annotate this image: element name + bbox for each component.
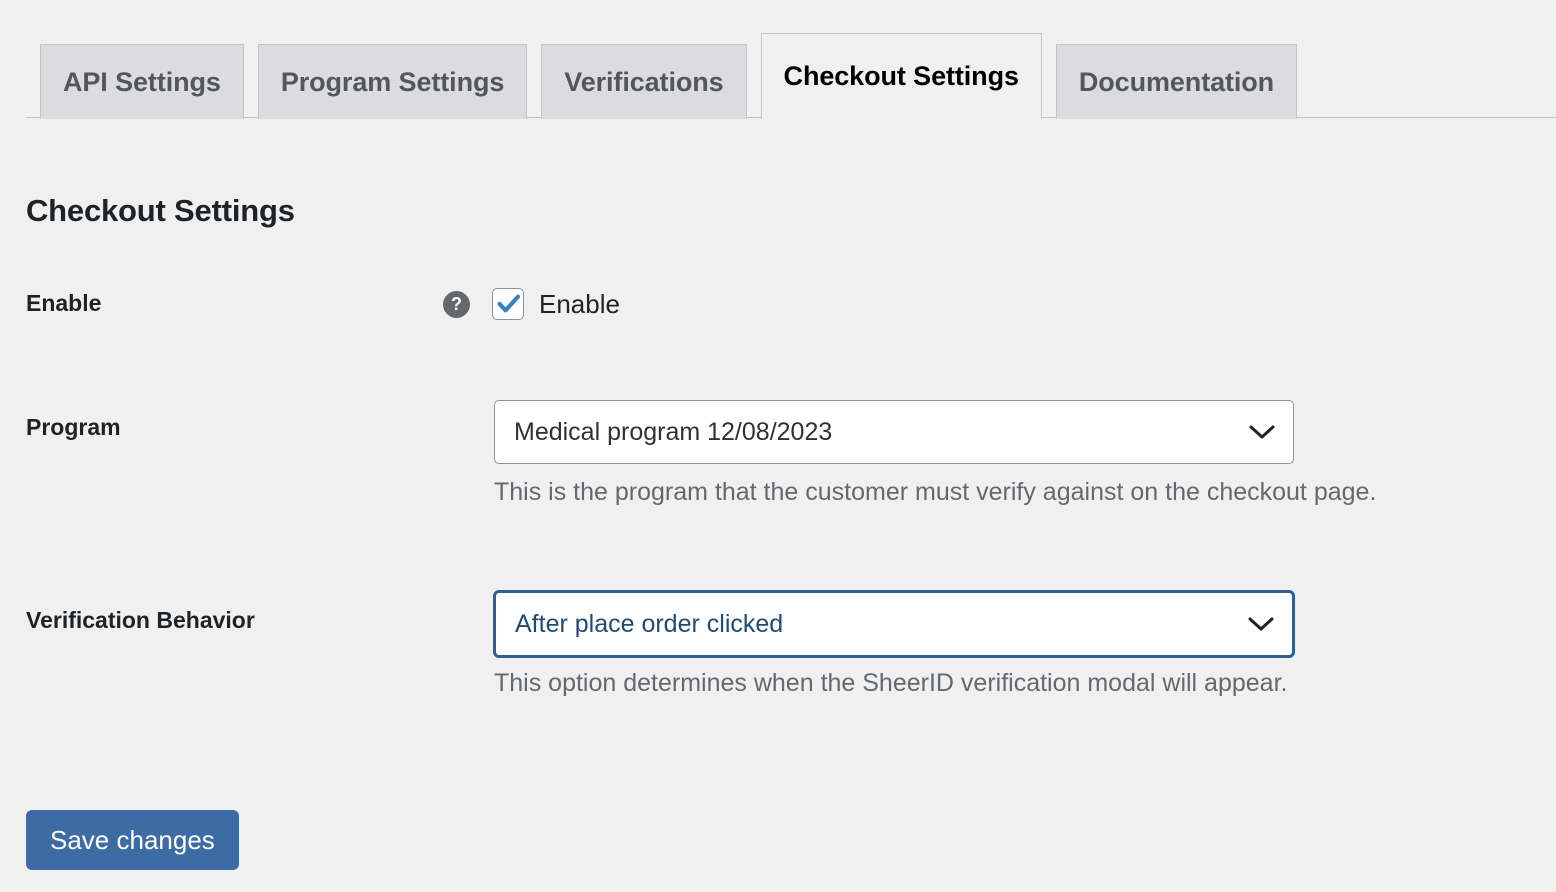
program-select[interactable]: Medical program 12/08/2023	[494, 400, 1294, 464]
program-field: Medical program 12/08/2023	[494, 400, 1294, 464]
save-changes-button[interactable]: Save changes	[26, 810, 239, 870]
tab-label: Verifications	[564, 66, 724, 97]
enable-row-label: Enable	[26, 290, 102, 316]
enable-checkbox-label[interactable]: Enable	[539, 291, 620, 317]
tab-label: API Settings	[63, 66, 221, 97]
tab-list: API Settings Program Settings Verificati…	[40, 0, 1311, 121]
question-mark-icon[interactable]: ?	[443, 290, 470, 318]
verification-behavior-select[interactable]: After place order clicked	[494, 591, 1294, 657]
enable-checkbox[interactable]	[492, 288, 524, 320]
verification-behavior-row-label: Verification Behavior	[26, 607, 255, 633]
chevron-down-icon	[1248, 617, 1274, 631]
verification-behavior-help-text: This option determines when the SheerID …	[494, 669, 1288, 697]
tab-label: Checkout Settings	[783, 61, 1019, 91]
tab-program-settings[interactable]: Program Settings	[257, 44, 528, 119]
program-row-label: Program	[26, 414, 121, 440]
tab-verifications[interactable]: Verifications	[541, 44, 747, 119]
tab-label: Program Settings	[280, 66, 505, 97]
tab-documentation[interactable]: Documentation	[1055, 44, 1298, 119]
program-help-text: This is the program that the customer mu…	[494, 478, 1377, 506]
checkmark-icon	[497, 294, 521, 313]
verification-behavior-select-value: After place order clicked	[515, 609, 784, 638]
form-row-enable: Enable ? Enable	[0, 278, 1556, 348]
program-select-value: Medical program 12/08/2023	[514, 417, 833, 446]
tab-checkout-settings[interactable]: Checkout Settings	[760, 33, 1042, 121]
chevron-down-icon	[1249, 425, 1275, 439]
tab-label: Documentation	[1078, 66, 1275, 97]
verification-behavior-field: After place order clicked	[494, 591, 1294, 657]
page-title: Checkout Settings	[26, 192, 295, 228]
tab-api-settings[interactable]: API Settings	[40, 44, 244, 119]
enable-field: ? Enable	[443, 278, 620, 330]
tab-bar: API Settings Program Settings Verificati…	[0, 0, 1556, 121]
